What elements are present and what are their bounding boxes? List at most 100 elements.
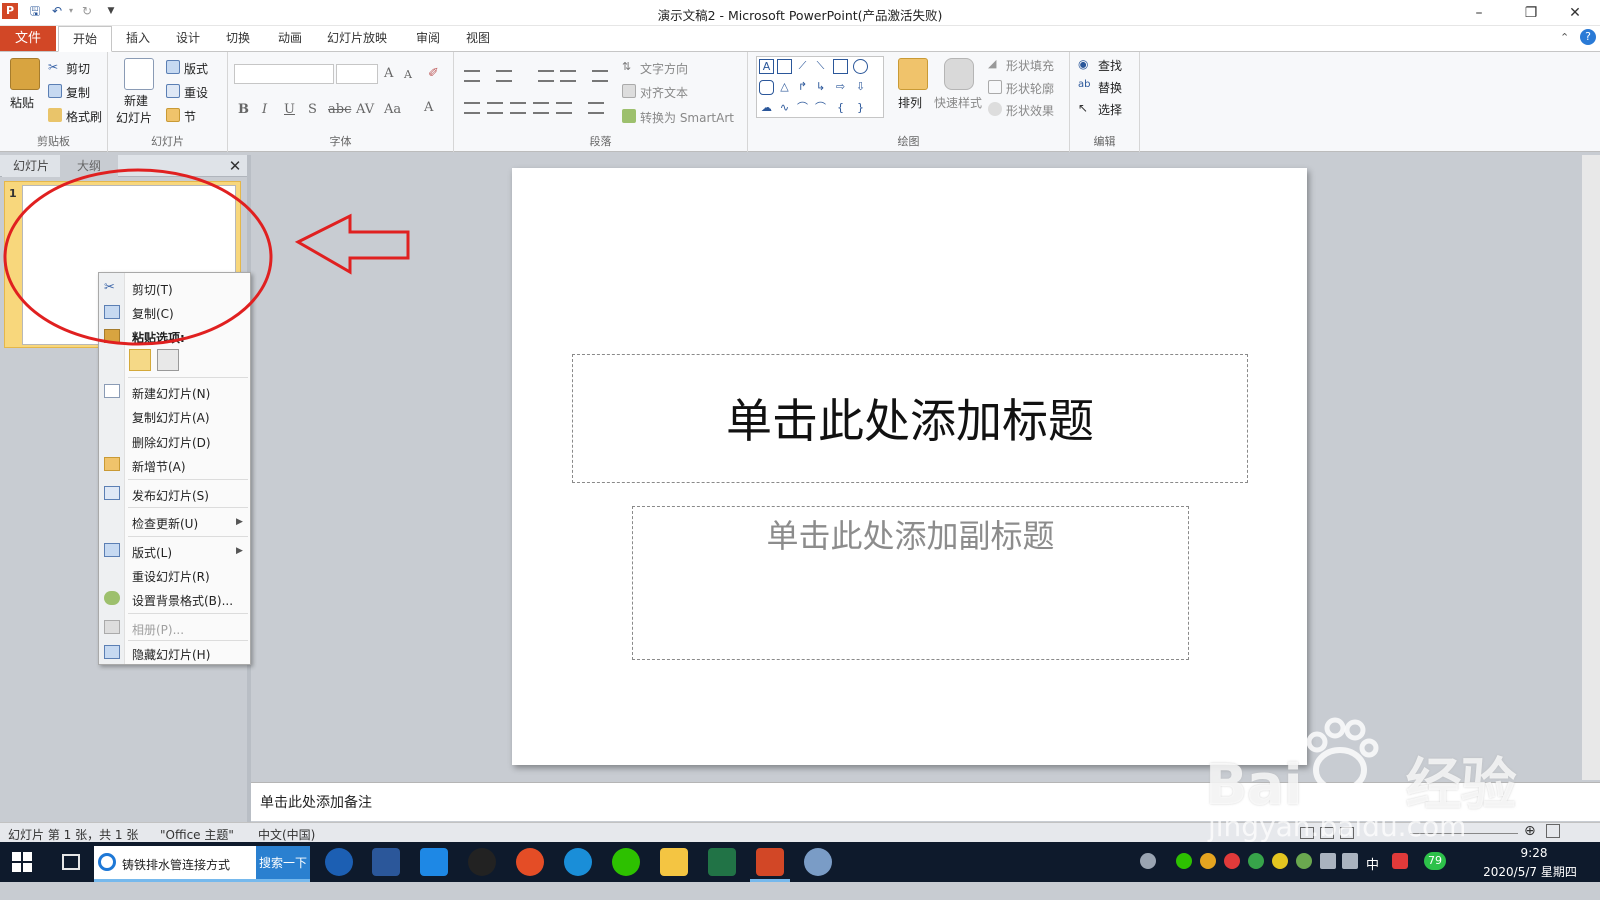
menu-item-add-section[interactable]: 新增节(A) [132, 458, 186, 475]
triangle-shape-icon[interactable]: △ [777, 80, 792, 95]
task-view-icon[interactable] [62, 854, 80, 870]
close-window-button[interactable]: ✕ [1552, 0, 1598, 26]
tab-home[interactable]: 开始 [58, 26, 112, 52]
wechat-icon[interactable] [612, 848, 640, 876]
new-slide-dropdown[interactable]: 幻灯片 [116, 109, 152, 126]
tab-transitions[interactable]: 切换 [216, 26, 260, 51]
mail-icon[interactable] [420, 848, 448, 876]
title-placeholder[interactable]: 单击此处添加标题 [572, 354, 1248, 483]
volume-icon[interactable] [1342, 853, 1358, 869]
security-tray-icon[interactable] [1296, 853, 1312, 869]
tab-file[interactable]: 文件 [0, 26, 56, 51]
new-slide-button[interactable]: 新建 [124, 92, 148, 109]
speed-tray-icon[interactable] [1272, 853, 1288, 869]
elbow-arrow-shape-icon[interactable]: ↳ [813, 80, 828, 95]
sogou-ime-icon[interactable] [1392, 853, 1408, 869]
section-button[interactable]: 节 [184, 108, 196, 125]
notification-badge[interactable]: 79 [1424, 852, 1446, 870]
edge-icon[interactable] [564, 848, 592, 876]
arrange-icon[interactable] [898, 58, 928, 90]
curve-shape-icon[interactable]: ⌒ [795, 101, 810, 116]
theme-status[interactable]: "Office 主题" [160, 826, 234, 843]
word-icon[interactable] [372, 848, 400, 876]
subtitle-placeholder[interactable]: 单击此处添加副标题 [632, 506, 1189, 660]
menu-item-layout[interactable]: 版式(L) [132, 544, 172, 561]
copy-button[interactable]: 复制 [66, 84, 90, 101]
italic-icon[interactable]: I [262, 102, 267, 117]
format-painter-button[interactable]: 格式刷 [66, 108, 102, 125]
bold-icon[interactable]: B [238, 102, 249, 117]
arrange-button[interactable]: 排列 [898, 94, 922, 111]
wechat-tray-icon[interactable] [1176, 853, 1192, 869]
minimize-button[interactable]: – [1456, 0, 1502, 26]
shrink-font-icon[interactable]: A [404, 68, 412, 81]
menu-item-new-slide[interactable]: 新建幻灯片(N) [132, 385, 210, 402]
font-color-icon[interactable]: A [424, 100, 433, 115]
help-icon[interactable]: ? [1580, 29, 1596, 45]
arc-shape-icon[interactable]: ⌒ [813, 101, 828, 116]
fit-to-window-icon[interactable] [1546, 824, 1560, 838]
oval-shape-icon[interactable] [853, 59, 868, 74]
new-slide-icon[interactable] [124, 58, 154, 90]
find-button[interactable]: 查找 [1098, 57, 1122, 74]
grow-font-icon[interactable]: A [384, 66, 393, 81]
bullets-icon[interactable] [464, 70, 480, 82]
clear-formatting-icon[interactable]: ✐ [428, 66, 439, 81]
scribble-shape-icon[interactable]: ∿ [777, 101, 792, 116]
align-right-icon[interactable] [510, 102, 526, 114]
down-arrow-shape-icon[interactable]: ⇩ [853, 80, 868, 95]
character-spacing-icon[interactable]: AV [356, 102, 374, 117]
strikethrough-icon[interactable]: abc [328, 102, 351, 117]
right-brace-shape-icon[interactable]: } [853, 101, 868, 116]
line-spacing-icon[interactable] [592, 70, 608, 82]
tab-review[interactable]: 审阅 [406, 26, 450, 51]
menu-item-duplicate-slide[interactable]: 复制幻灯片(A) [132, 409, 210, 426]
numbering-icon[interactable] [496, 70, 512, 82]
font-family-select[interactable] [234, 64, 334, 84]
menu-item-check-updates[interactable]: 检查更新(U) [132, 515, 198, 532]
people-icon[interactable] [1140, 853, 1156, 869]
network-icon[interactable] [1320, 853, 1336, 869]
underline-icon[interactable]: U [284, 102, 295, 117]
language-status[interactable]: 中文(中国) [258, 826, 315, 843]
shape-fill-button[interactable]: 形状填充 [1006, 57, 1054, 74]
layout-button[interactable]: 版式 [184, 60, 208, 77]
decrease-indent-icon[interactable] [538, 70, 554, 82]
shape-effects-button[interactable]: 形状效果 [1006, 102, 1054, 119]
tab-animations[interactable]: 动画 [268, 26, 312, 51]
select-button[interactable]: 选择 [1098, 101, 1122, 118]
vertical-textbox-shape-icon[interactable] [777, 59, 792, 74]
line-shape-icon[interactable]: ⟋ [795, 59, 810, 74]
windows-start-icon[interactable] [12, 852, 32, 872]
freeform-shape-icon[interactable]: ☁ [759, 101, 774, 116]
tab-slideshow[interactable]: 幻灯片放映 [322, 26, 392, 51]
clock-date[interactable]: 2020/5/7 星期四 [1470, 863, 1590, 880]
cut-button[interactable]: 剪切 [66, 60, 90, 77]
menu-item-hide-slide[interactable]: 隐藏幻灯片(H) [132, 646, 210, 663]
align-left-icon[interactable] [464, 102, 480, 114]
paint-icon[interactable] [804, 848, 832, 876]
paste-icon[interactable] [10, 58, 40, 90]
menu-item-publish-slides[interactable]: 发布幻灯片(S) [132, 487, 209, 504]
browser-icon[interactable] [516, 848, 544, 876]
text-direction-button[interactable]: 文字方向 [640, 60, 688, 77]
shape-outline-button[interactable]: 形状轮廓 [1006, 80, 1054, 97]
vertical-scrollbar[interactable] [1582, 155, 1600, 780]
shapes-gallery[interactable]: A ⟋ ⟍ △ ↱ ↳ ⇨ ⇩ ☁ ∿ ⌒ ⌒ { } [756, 56, 884, 118]
distributed-icon[interactable] [556, 102, 572, 114]
arrow-line-shape-icon[interactable]: ⟍ [813, 59, 828, 74]
reset-button[interactable]: 重设 [184, 84, 208, 101]
ime-indicator[interactable]: 中 [1366, 854, 1379, 873]
justify-icon[interactable] [533, 102, 549, 114]
increase-indent-icon[interactable] [560, 70, 576, 82]
minimize-ribbon-icon[interactable]: ⌃ [1560, 31, 1569, 44]
quick-styles-icon[interactable] [944, 58, 974, 90]
left-brace-shape-icon[interactable]: { [833, 101, 848, 116]
menu-item-format-background[interactable]: 设置背景格式(B)... [132, 592, 233, 609]
right-arrow-shape-icon[interactable]: ⇨ [833, 80, 848, 95]
qq-icon[interactable] [468, 848, 496, 876]
change-case-icon[interactable]: Aa [384, 102, 401, 117]
excel-icon[interactable] [708, 848, 736, 876]
qq-tray-icon[interactable] [1200, 853, 1216, 869]
textbox-shape-icon[interactable]: A [759, 59, 774, 74]
